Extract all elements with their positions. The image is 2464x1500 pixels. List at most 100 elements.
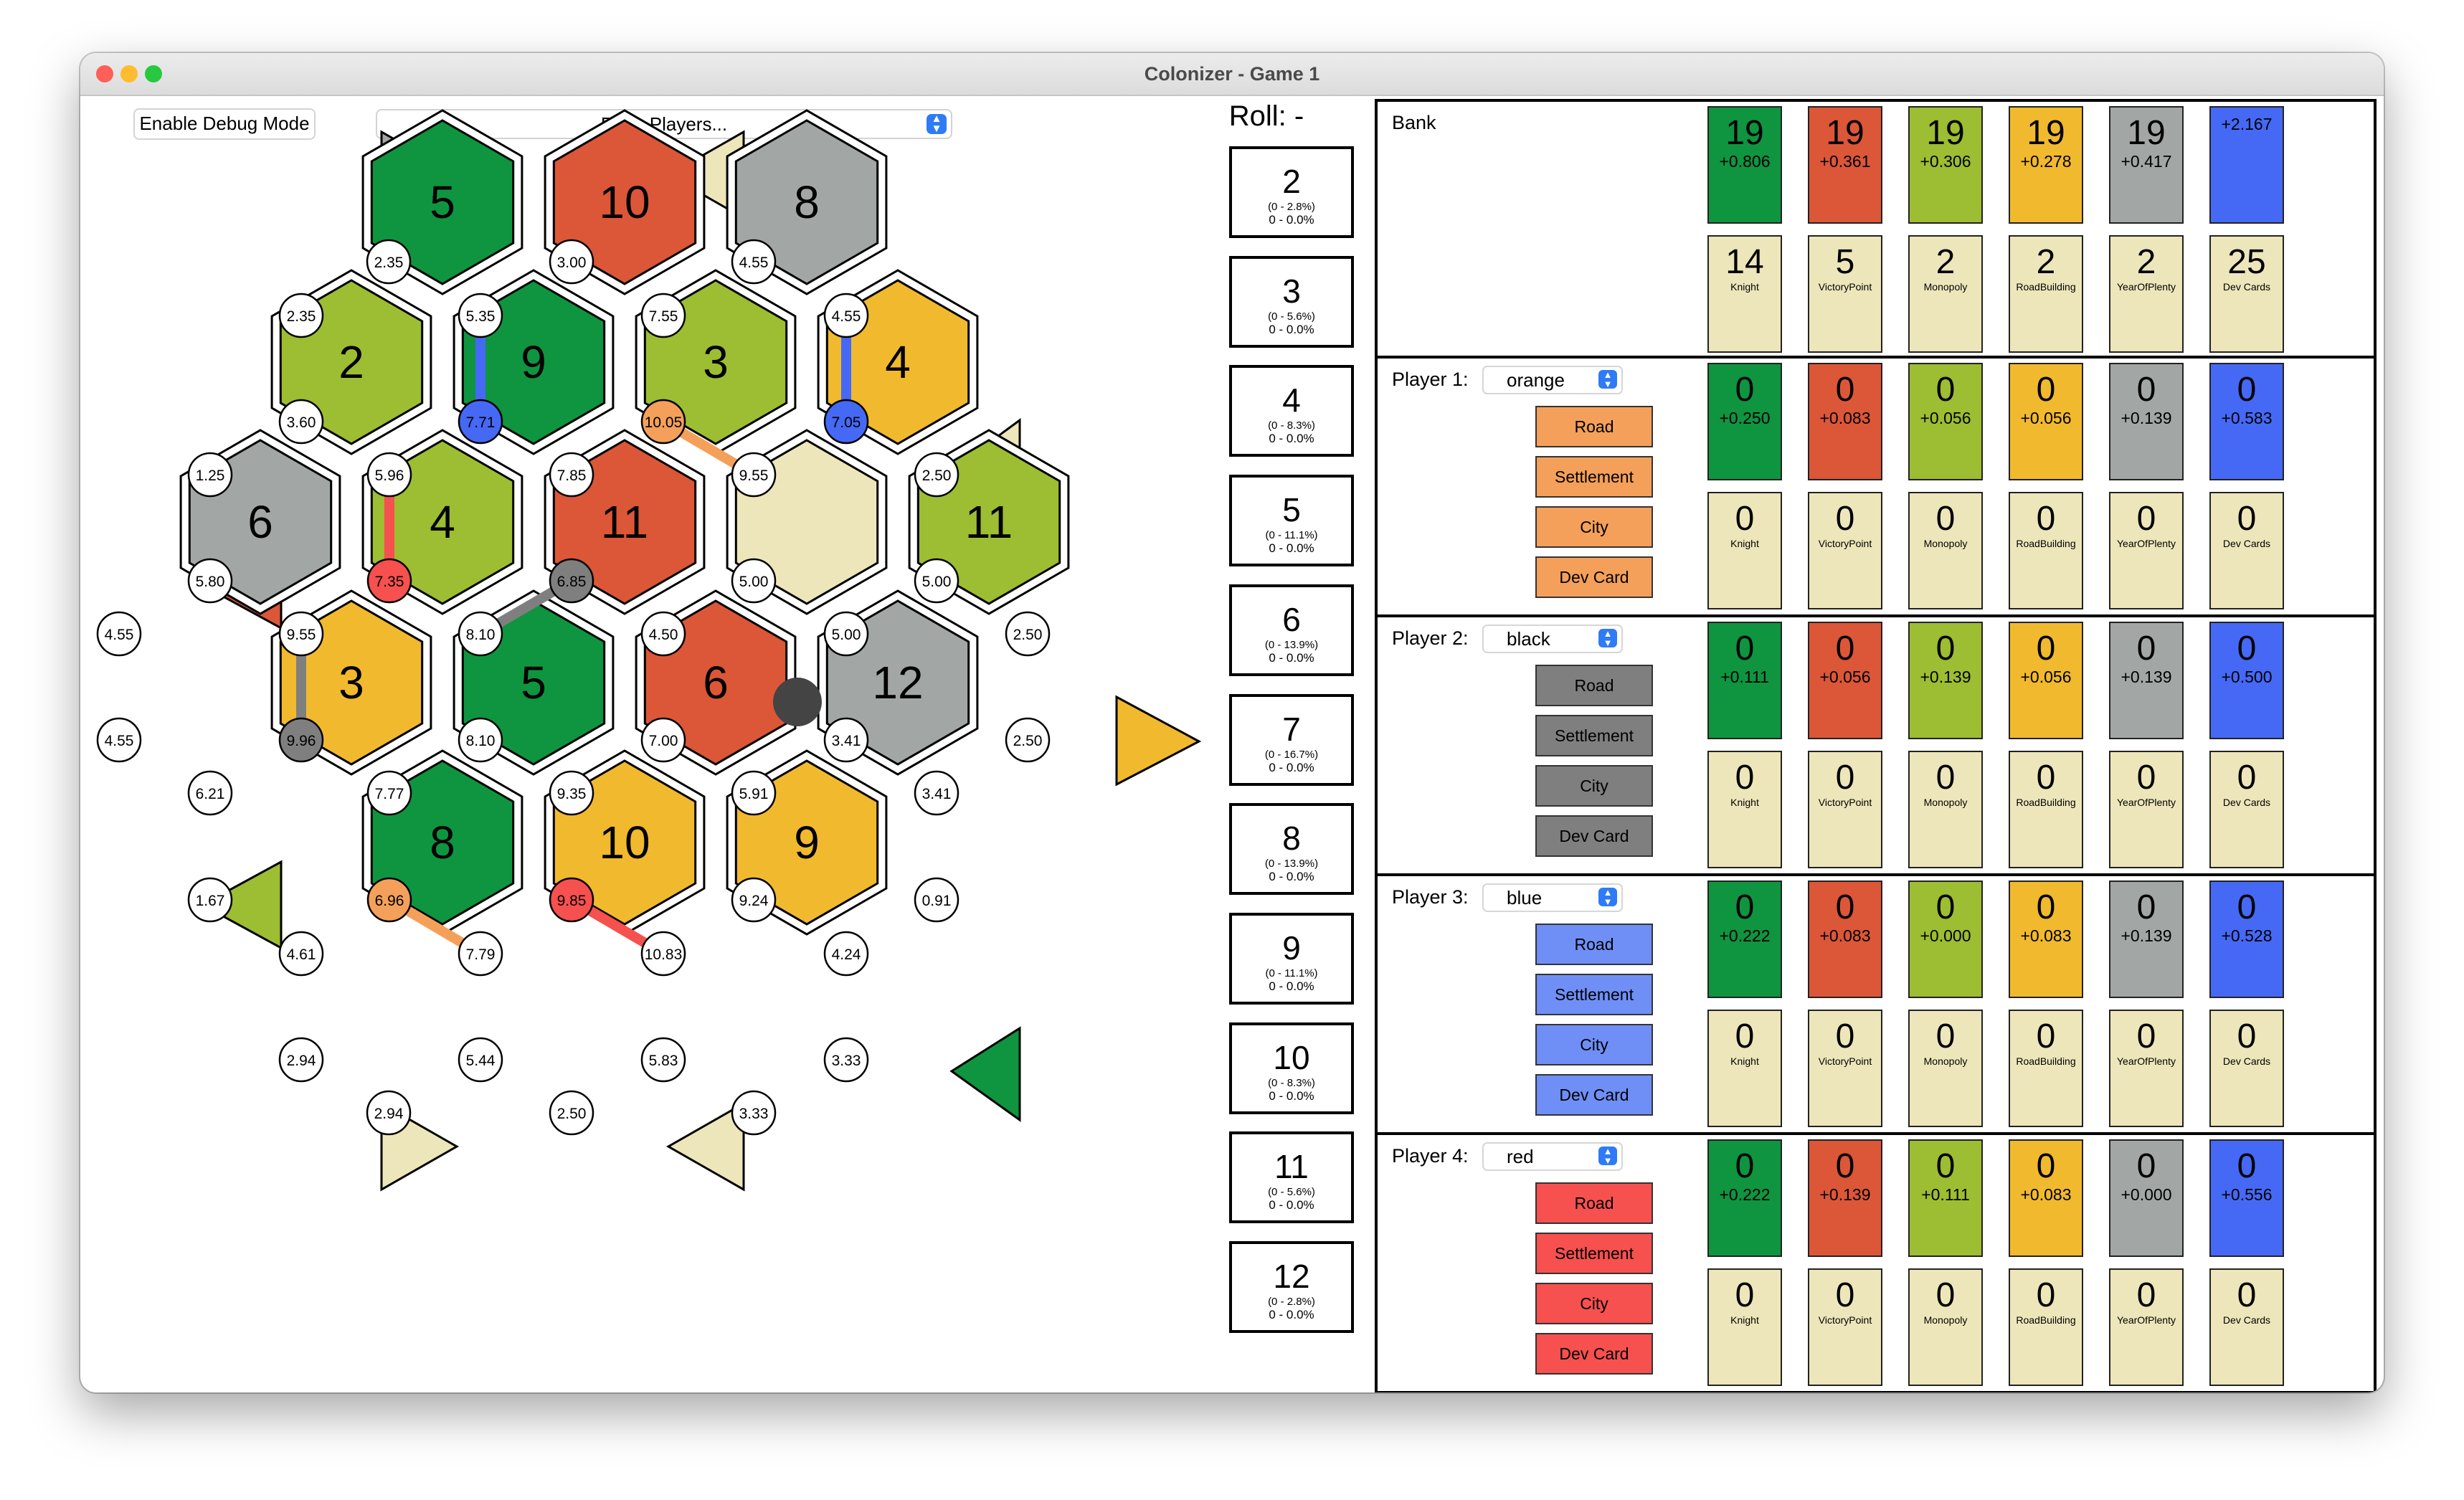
resource-card-wheat: 0 +0.083 xyxy=(2009,880,2083,998)
vertex-node[interactable]: 9.35 xyxy=(549,770,594,816)
resource-card-sheep: 0 +0.139 xyxy=(1908,622,1983,739)
vertex-node[interactable]: 7.35 xyxy=(366,558,412,604)
settlement-button[interactable]: Settlement xyxy=(1535,456,1653,498)
vertex-node[interactable]: 9.55 xyxy=(731,452,777,498)
player-color-select[interactable]: red ▲ ▼ xyxy=(1482,1142,1623,1171)
vertex-node[interactable]: 4.55 xyxy=(731,239,777,285)
vertex-node[interactable]: 10.83 xyxy=(640,931,686,977)
resource-card-wheat: 0 +0.083 xyxy=(2009,1139,2083,1257)
roll-probability: (0 - 2.8%) xyxy=(1268,1296,1315,1308)
vertex-node[interactable]: 2.94 xyxy=(366,1090,412,1136)
resource-rate: +0.361 xyxy=(1819,152,1871,171)
vertex-node[interactable]: 1.67 xyxy=(187,877,233,923)
player-color-select[interactable]: black ▲ ▼ xyxy=(1482,625,1623,653)
vertex-node[interactable]: 4.55 xyxy=(96,717,142,763)
player-title: Player 4: xyxy=(1392,1145,1469,1167)
vertex-node[interactable]: 6.21 xyxy=(187,770,233,816)
vertex-node[interactable]: 5.44 xyxy=(458,1037,503,1083)
resource-card-wood: 0 +0.222 xyxy=(1707,880,1782,998)
vertex-node[interactable]: 7.00 xyxy=(640,717,686,763)
vertex-node[interactable]: 2.35 xyxy=(366,239,412,285)
player-color-value: orange xyxy=(1507,369,1565,391)
dev-card-roadbuilding: 0 RoadBuilding xyxy=(2009,1268,2083,1386)
city-button[interactable]: City xyxy=(1535,1024,1653,1065)
vertex-node[interactable]: 4.61 xyxy=(278,931,324,977)
vertex-node[interactable]: 5.83 xyxy=(640,1037,686,1083)
vertex-node[interactable]: 8.10 xyxy=(458,717,503,763)
city-button[interactable]: City xyxy=(1535,506,1653,548)
vertex-node[interactable]: 1.25 xyxy=(187,452,233,498)
dev-card-button[interactable]: Dev Card xyxy=(1535,815,1653,857)
vertex-node[interactable]: 7.85 xyxy=(549,452,594,498)
city-button[interactable]: City xyxy=(1535,1283,1653,1324)
dev-card-button[interactable]: Dev Card xyxy=(1535,1333,1653,1375)
vertex-node[interactable]: 2.50 xyxy=(1005,717,1051,763)
vertex-node[interactable]: 9.96 xyxy=(278,717,324,763)
city-button[interactable]: City xyxy=(1535,765,1653,807)
vertex-node[interactable]: 3.41 xyxy=(914,770,959,816)
roll-probability: (0 - 8.3%) xyxy=(1268,419,1315,432)
vertex-node[interactable]: 3.33 xyxy=(823,1037,869,1083)
vertex-node[interactable]: 9.85 xyxy=(549,877,594,923)
vertex-value: 2.50 xyxy=(1013,733,1043,749)
vertex-node[interactable]: 6.96 xyxy=(366,877,412,923)
robber-token[interactable] xyxy=(773,678,822,726)
vertex-node[interactable]: 4.50 xyxy=(640,611,686,657)
vertex-node[interactable]: 2.50 xyxy=(549,1090,594,1136)
dev-label: VictoryPoint xyxy=(1818,797,1872,808)
player-color-select[interactable]: blue ▲ ▼ xyxy=(1482,883,1623,912)
road-button[interactable]: Road xyxy=(1535,406,1653,447)
resource-count: 0 xyxy=(2036,888,2056,926)
game-board[interactable]: 5 10 8 2 9 3 4 6 4 11 11 3 5 6 12 8 10 9 2.35 3.00 4.55 2.35… xyxy=(80,53,1299,1392)
vertex-node[interactable]: 7.71 xyxy=(458,399,503,445)
vertex-node[interactable]: 6.85 xyxy=(549,558,594,604)
player-panel-2: Player 2: black ▲ ▼ Road Settlement City Dev C… xyxy=(1375,614,2377,876)
vertex-node[interactable]: 2.50 xyxy=(914,452,959,498)
vertex-node[interactable]: 9.55 xyxy=(278,611,324,657)
vertex-node[interactable]: 5.80 xyxy=(187,558,233,604)
vertex-node[interactable]: 5.00 xyxy=(731,558,777,604)
roll-count: 0 - 0.0% xyxy=(1269,1198,1314,1212)
vertex-node[interactable]: 5.96 xyxy=(366,452,412,498)
resource-count: 0 xyxy=(2136,1147,2156,1185)
vertex-node[interactable]: 7.77 xyxy=(366,770,412,816)
vertex-value: 8.10 xyxy=(466,627,496,643)
vertex-value: 5.44 xyxy=(466,1053,496,1069)
vertex-node[interactable]: 8.10 xyxy=(458,611,503,657)
vertex-node[interactable]: 3.33 xyxy=(731,1090,777,1136)
dev-card-button[interactable]: Dev Card xyxy=(1535,556,1653,598)
vertex-node[interactable]: 7.55 xyxy=(640,293,686,338)
vertex-node[interactable]: 7.05 xyxy=(823,399,869,445)
vertex-node[interactable]: 0.91 xyxy=(914,877,959,923)
vertex-node[interactable]: 4.55 xyxy=(96,611,142,657)
vertex-node[interactable]: 5.00 xyxy=(914,558,959,604)
settlement-button[interactable]: Settlement xyxy=(1535,974,1653,1015)
roll-box-3: 3 (0 - 5.6%) 0 - 0.0% xyxy=(1229,255,1354,348)
vertex-node[interactable]: 2.35 xyxy=(278,293,324,338)
vertex-node[interactable]: 3.00 xyxy=(549,239,594,285)
vertex-node[interactable]: 5.00 xyxy=(823,611,869,657)
road-button[interactable]: Road xyxy=(1535,924,1653,965)
resource-count: 0 xyxy=(2136,371,2156,409)
settlement-button[interactable]: Settlement xyxy=(1535,715,1653,756)
road-button[interactable]: Road xyxy=(1535,1182,1653,1224)
road-button[interactable]: Road xyxy=(1535,665,1653,706)
vertex-node[interactable]: 5.91 xyxy=(731,770,777,816)
dev-card-button[interactable]: Dev Card xyxy=(1535,1074,1653,1116)
vertex-node[interactable]: 7.79 xyxy=(458,931,503,977)
vertex-node[interactable]: 3.60 xyxy=(278,399,324,445)
resource-rate: +0.111 xyxy=(1720,668,1769,686)
settlement-button[interactable]: Settlement xyxy=(1535,1233,1653,1274)
vertex-node[interactable]: 2.94 xyxy=(278,1037,324,1083)
vertex-node[interactable]: 5.35 xyxy=(458,293,503,338)
vertex-value: 7.71 xyxy=(466,414,496,431)
vertex-node[interactable]: 4.55 xyxy=(823,293,869,338)
player-color-select[interactable]: orange ▲ ▼ xyxy=(1482,366,1623,394)
vertex-node[interactable]: 10.05 xyxy=(640,399,686,445)
vertex-node[interactable]: 9.24 xyxy=(731,877,777,923)
vertex-node[interactable]: 2.50 xyxy=(1005,611,1051,657)
vertex-node[interactable]: 3.41 xyxy=(823,717,869,763)
dev-label: Monopoly xyxy=(1923,538,1968,549)
vertex-node[interactable]: 4.24 xyxy=(823,931,869,977)
hex-number-token: 9 xyxy=(794,817,820,868)
